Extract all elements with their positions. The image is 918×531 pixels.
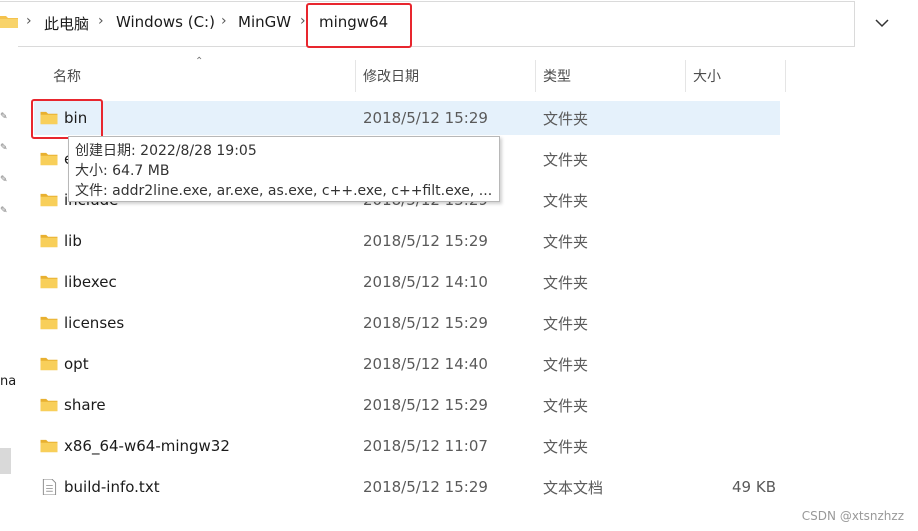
chevron-right-icon: › (221, 13, 227, 29)
file-row[interactable]: build-info.txt 2018/5/12 15:29 文本文档 49 KB (34, 470, 780, 504)
file-type: 文件夹 (543, 232, 589, 251)
file-type: 文件夹 (543, 314, 589, 333)
folder-icon (40, 398, 58, 412)
file-modified-date: 2018/5/12 15:29 (363, 314, 488, 332)
file-row[interactable]: opt 2018/5/12 14:40 文件夹 (34, 347, 780, 381)
file-name: libexec (64, 273, 117, 291)
file-modified-date: 2018/5/12 15:29 (363, 232, 488, 250)
column-header-date[interactable]: 修改日期 (363, 60, 419, 92)
folder-icon (40, 152, 58, 166)
file-modified-date: 2018/5/12 15:29 (363, 109, 488, 127)
file-name: build-info.txt (64, 478, 160, 496)
file-size: 49 KB (732, 478, 776, 496)
tooltip-created-date: 创建日期: 2022/8/28 19:05 (75, 143, 257, 159)
breadcrumb-this-pc[interactable]: 此电脑 (44, 13, 89, 34)
address-dropdown-button[interactable] (862, 1, 902, 45)
column-header-type[interactable]: 类型 (543, 60, 571, 92)
column-header-name[interactable]: 名称 (53, 60, 81, 92)
tooltip-files: 文件: addr2line.exe, ar.exe, as.exe, c++.e… (75, 183, 493, 199)
folder-icon (40, 275, 58, 289)
breadcrumb-mingw[interactable]: MinGW (238, 13, 291, 31)
pin-icon: ✎ (0, 112, 8, 122)
file-row[interactable]: libexec 2018/5/12 14:10 文件夹 (34, 265, 780, 299)
chevron-right-icon: › (300, 13, 306, 29)
highlight-box-bin (31, 99, 103, 139)
chevron-right-icon: › (26, 13, 32, 29)
file-modified-date: 2018/5/12 14:10 (363, 273, 488, 291)
file-name: licenses (64, 314, 125, 332)
file-row[interactable]: x86_64-w64-mingw32 2018/5/12 11:07 文件夹 (34, 429, 780, 463)
file-row[interactable]: share 2018/5/12 15:29 文件夹 (34, 388, 780, 422)
file-type: 文件夹 (543, 396, 589, 415)
nav-item-partial[interactable]: na (0, 374, 16, 389)
pin-icon: ✎ (0, 206, 8, 216)
file-modified-date: 2018/5/12 15:29 (363, 396, 488, 414)
file-modified-date: 2018/5/12 11:07 (363, 437, 488, 455)
nav-scrollbar[interactable] (0, 448, 11, 474)
file-type: 文件夹 (543, 437, 589, 456)
file-name: lib (64, 232, 82, 250)
breadcrumb-windows-c[interactable]: Windows (C:) (116, 13, 215, 31)
folder-icon (40, 357, 58, 371)
chevron-right-icon: › (98, 13, 104, 29)
folder-icon (0, 16, 18, 28)
folder-icon (40, 234, 58, 248)
column-divider[interactable] (785, 60, 786, 92)
folder-icon (40, 439, 58, 453)
pin-icon: ✎ (0, 143, 8, 153)
file-row[interactable]: licenses 2018/5/12 15:29 文件夹 (34, 306, 780, 340)
address-bar[interactable]: › 此电脑 › Windows (C:) › MinGW › mingw64 (0, 0, 918, 48)
text-file-icon (42, 479, 57, 495)
file-type: 文件夹 (543, 150, 589, 169)
file-row[interactable]: lib 2018/5/12 15:29 文件夹 (34, 224, 780, 258)
chevron-down-icon (875, 18, 889, 27)
folder-icon (40, 193, 58, 207)
file-type: 文件夹 (543, 191, 589, 210)
file-tooltip: 创建日期: 2022/8/28 19:05 大小: 64.7 MB 文件: ad… (68, 136, 500, 202)
column-divider[interactable] (535, 60, 536, 92)
column-divider[interactable] (355, 60, 356, 92)
file-type: 文件夹 (543, 109, 589, 128)
file-type: 文件夹 (543, 355, 589, 374)
file-name: x86_64-w64-mingw32 (64, 437, 230, 455)
column-divider[interactable] (685, 60, 686, 92)
file-type: 文本文档 (543, 478, 604, 497)
file-modified-date: 2018/5/12 14:40 (363, 355, 488, 373)
file-type: 文件夹 (543, 273, 589, 292)
sort-up-icon: ⌃ (195, 56, 204, 67)
highlight-box-mingw64 (306, 3, 412, 48)
file-modified-date: 2018/5/12 15:29 (363, 478, 488, 496)
tooltip-size: 大小: 64.7 MB (75, 163, 170, 179)
file-row[interactable]: bin 2018/5/12 15:29 文件夹 (34, 101, 780, 135)
column-header-size[interactable]: 大小 (693, 60, 721, 92)
file-name: share (64, 396, 106, 414)
folder-icon (40, 316, 58, 330)
file-name: opt (64, 355, 89, 373)
watermark: CSDN @xtsnzhzz (801, 509, 904, 523)
pin-icon: ✎ (0, 175, 8, 185)
